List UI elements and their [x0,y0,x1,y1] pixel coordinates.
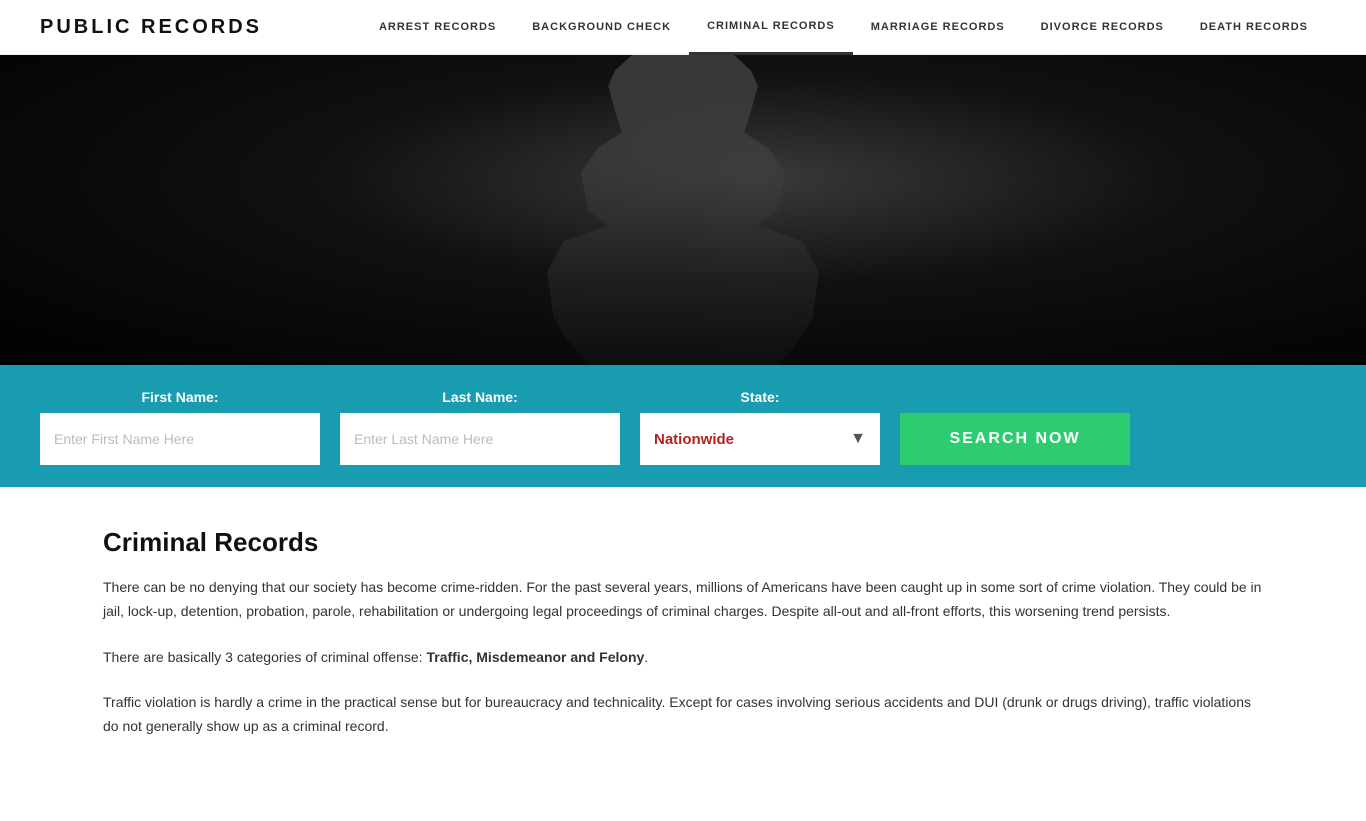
hero-section [0,55,1366,365]
paragraph2-suffix: . [644,649,648,665]
first-name-input[interactable] [40,413,320,465]
search-now-button[interactable]: SEARCH NOW [900,413,1130,465]
first-name-label: First Name: [40,389,320,405]
state-select[interactable]: Nationwide AlabamaAlaskaArizona Arkansas… [640,413,880,465]
nav-marriage-records[interactable]: MARRIAGE RECORDS [853,0,1023,55]
main-nav: ARREST RECORDS BACKGROUND CHECK CRIMINAL… [361,0,1326,55]
last-name-label: Last Name: [340,389,620,405]
content-heading: Criminal Records [103,527,1263,558]
paragraph2-prefix: There are basically 3 categories of crim… [103,649,426,665]
first-name-field: First Name: [40,389,320,465]
content-paragraph-3: Traffic violation is hardly a crime in t… [103,691,1263,739]
main-content: Criminal Records There can be no denying… [63,487,1303,821]
nav-divorce-records[interactable]: DIVORCE RECORDS [1023,0,1182,55]
nav-death-records[interactable]: DEATH RECORDS [1182,0,1326,55]
state-select-wrapper: Nationwide AlabamaAlaskaArizona Arkansas… [640,413,880,465]
site-header: PUBLIC RECORDS ARREST RECORDS BACKGROUND… [0,0,1366,55]
search-bar: First Name: Last Name: State: Nationwide… [0,365,1366,487]
content-paragraph-1: There can be no denying that our society… [103,576,1263,624]
last-name-input[interactable] [340,413,620,465]
state-field: State: Nationwide AlabamaAlaskaArizona A… [640,389,880,465]
nav-arrest-records[interactable]: ARREST RECORDS [361,0,514,55]
nav-background-check[interactable]: BACKGROUND CHECK [514,0,689,55]
last-name-field: Last Name: [340,389,620,465]
content-paragraph-2: There are basically 3 categories of crim… [103,646,1263,670]
paragraph2-bold: Traffic, Misdemeanor and Felony [426,649,644,665]
state-label: State: [640,389,880,405]
site-logo: PUBLIC RECORDS [40,16,262,39]
nav-criminal-records[interactable]: CRIMINAL RECORDS [689,0,853,55]
